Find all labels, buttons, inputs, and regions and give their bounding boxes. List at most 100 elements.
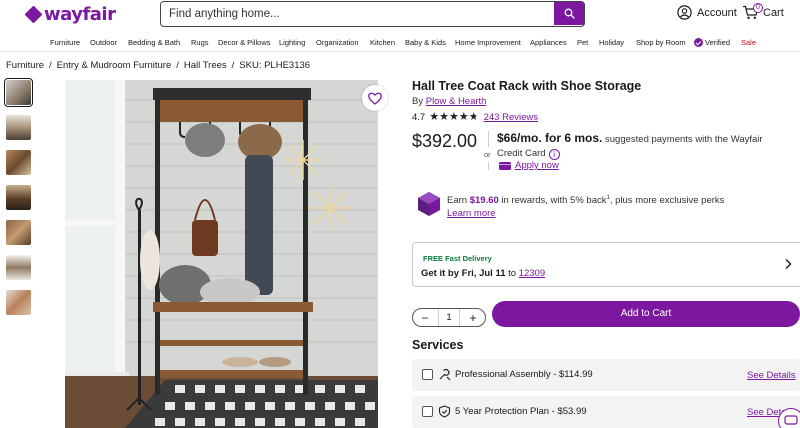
thumbnail-3[interactable] — [6, 150, 31, 175]
product-image[interactable] — [65, 80, 378, 428]
thumbnail-2[interactable] — [6, 115, 31, 140]
cart-count-badge: 0 — [753, 3, 763, 13]
brand-prefix: By — [412, 96, 424, 107]
nav-outdoor[interactable]: Outdoor — [90, 38, 117, 47]
thumbnail-5[interactable] — [6, 220, 31, 245]
breadcrumb-sku: SKU: PLHE3136 — [239, 60, 311, 71]
thumbnail-6[interactable] — [6, 255, 31, 280]
rewards-info: Earn $19.60 in rewards, with 5% back1, p… — [447, 192, 792, 220]
service-row-assembly: Professional Assembly - $114.99 See Deta… — [412, 359, 800, 391]
nav-pet[interactable]: Pet — [577, 38, 588, 47]
wrench-icon — [439, 368, 451, 381]
learn-more-link[interactable]: Learn more — [447, 208, 496, 219]
delivery-to: to — [508, 268, 517, 279]
nav-appliances[interactable]: Appliances — [530, 38, 567, 47]
nav-lighting[interactable]: Lighting — [279, 38, 305, 47]
breadcrumb-separator: / — [49, 60, 52, 71]
shield-icon — [438, 405, 451, 418]
rewards-icon — [418, 192, 440, 216]
account-label: Account — [697, 6, 737, 19]
product-title: Hall Tree Coat Rack with Shoe Storage — [412, 79, 642, 93]
nav-organization[interactable]: Organization — [316, 38, 359, 47]
thumbnail-7[interactable] — [6, 290, 31, 315]
or-text: or — [484, 150, 491, 159]
brand-link[interactable]: Plow & Hearth — [426, 96, 487, 107]
wayfair-logo[interactable]: wayfair — [24, 4, 116, 25]
product-brand: By Plow & Hearth — [412, 96, 486, 107]
half-star-icon: ★ — [468, 111, 479, 123]
nav-sale[interactable]: Sale — [741, 38, 756, 47]
nav-decor-pillows[interactable]: Decor & Pillows — [218, 38, 271, 47]
star-icon: ★ — [439, 111, 449, 123]
breadcrumb-hall-trees[interactable]: Hall Trees — [184, 60, 227, 71]
search-button[interactable] — [554, 2, 584, 25]
service-assembly-label: Professional Assembly - $114.99 — [455, 369, 593, 380]
nav-bedding-bath[interactable]: Bedding & Bath — [128, 38, 180, 47]
chat-button[interactable] — [778, 408, 800, 428]
assembly-checkbox[interactable] — [422, 369, 433, 380]
monthly-amount: $66/mo. for 6 mos. — [497, 131, 603, 145]
info-icon[interactable]: i — [548, 149, 560, 160]
favorite-button[interactable] — [362, 85, 388, 111]
rating-stars: ★ ★ ★ ★ ★ — [429, 112, 478, 123]
chat-icon — [784, 415, 798, 425]
nav-home-improvement[interactable]: Home Improvement — [455, 38, 521, 47]
increase-quantity-button[interactable]: + — [467, 312, 479, 324]
star-icon: ★ — [458, 111, 469, 123]
site-header: wayfair Account 0 Cart — [0, 0, 800, 34]
thumbnail-list — [4, 78, 33, 325]
search-input[interactable] — [161, 2, 554, 25]
nav-shop-by-room[interactable]: Shop by Room — [636, 38, 686, 47]
product-photo — [65, 80, 378, 428]
credit-card-icon — [499, 161, 511, 170]
nav-verified[interactable]: Verified — [694, 38, 730, 47]
decrease-quantity-button[interactable]: − — [419, 312, 431, 324]
nav-baby-kids[interactable]: Baby & Kids — [405, 38, 446, 47]
rating-number: 4.7 — [412, 112, 426, 123]
nav-kitchen[interactable]: Kitchen — [370, 38, 395, 47]
delivery-estimate: Get it by Fri, Jul 11 to 12309 — [421, 268, 545, 279]
search-bar — [160, 1, 585, 27]
star-icon: ★ — [429, 111, 440, 123]
account-icon — [677, 5, 692, 20]
service-row-protection: 5 Year Protection Plan - $53.99 See Deta… — [412, 396, 800, 428]
protection-checkbox[interactable] — [422, 406, 433, 417]
cart-button[interactable]: 0 Cart — [742, 3, 784, 20]
breadcrumb: Furniture / Entry & Mudroom Furniture / Hall… — [6, 60, 310, 71]
add-to-cart-button[interactable]: Add to Cart — [492, 301, 800, 327]
logo-text: wayfair — [44, 4, 116, 25]
nav-furniture[interactable]: Furniture — [50, 38, 80, 47]
zip-code-link[interactable]: 12309 — [519, 268, 545, 279]
apply-now-link[interactable]: Apply now — [499, 160, 559, 171]
or-divider-bottom — [488, 162, 489, 170]
nav-verified-label: Verified — [705, 38, 731, 47]
breadcrumb-entry-mudroom[interactable]: Entry & Mudroom Furniture — [57, 60, 172, 71]
rewards-text: in rewards, with 5% back — [501, 195, 607, 207]
breadcrumb-separator: / — [231, 60, 235, 71]
free-delivery-tag: FREE Fast Delivery — [423, 254, 492, 263]
monthly-payment: $66/mo. for 6 mos. suggested payments wi… — [497, 131, 787, 161]
assembly-see-details-link[interactable]: See Details — [747, 370, 796, 381]
nav-rugs[interactable]: Rugs — [191, 38, 209, 47]
cart-label: Cart — [763, 6, 784, 19]
quantity-stepper: − 1 + — [412, 308, 486, 327]
verified-icon — [694, 38, 703, 47]
rewards-prefix: Earn — [447, 195, 468, 207]
account-button[interactable]: Account — [677, 5, 737, 20]
product-price: $392.00 — [412, 131, 478, 151]
quantity-value[interactable]: 1 — [438, 309, 460, 326]
nav-holiday[interactable]: Holiday — [599, 38, 624, 47]
heart-icon — [368, 92, 382, 105]
rating-summary: 4.7 ★ ★ ★ ★ ★ 243 Reviews — [412, 112, 538, 124]
services-heading: Services — [412, 338, 464, 352]
search-icon — [564, 8, 575, 19]
thumbnail-1[interactable] — [4, 78, 33, 107]
thumbnail-4[interactable] — [6, 185, 31, 210]
logo-mark-icon — [24, 5, 43, 23]
breadcrumb-furniture[interactable]: Furniture — [6, 60, 44, 71]
reviews-link[interactable]: 243 Reviews — [484, 112, 538, 123]
delivery-box[interactable]: FREE Fast Delivery Get it by Fri, Jul 11… — [412, 242, 800, 287]
star-icon: ★ — [448, 111, 459, 123]
rewards-suffix: , plus more exclusive perks — [609, 195, 725, 207]
or-divider-top — [488, 131, 489, 147]
